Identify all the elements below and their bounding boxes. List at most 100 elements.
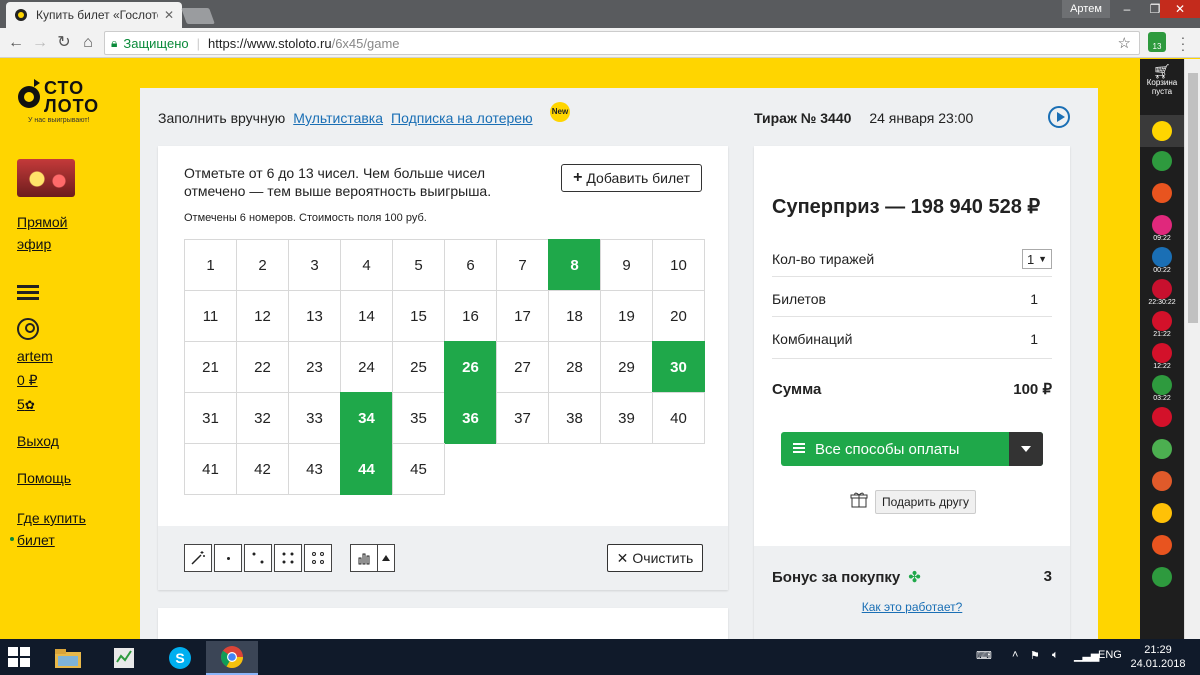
random-fill-wand-icon[interactable] [184, 544, 212, 572]
profile-name[interactable]: Артем [1062, 0, 1110, 18]
lottery-game-item[interactable]: 00:22 [1148, 247, 1176, 274]
tab-subscription[interactable]: Подписка на лотерею [391, 110, 533, 126]
cart-widget[interactable]: 🛒︎ Корзина пуста [1140, 64, 1184, 96]
language-indicator[interactable]: ENG [1098, 649, 1122, 661]
lottery-game-item[interactable] [1148, 151, 1176, 171]
number-cell[interactable]: 3 [288, 239, 341, 291]
number-cell[interactable]: 45 [392, 443, 445, 495]
number-cell[interactable]: 15 [392, 290, 445, 342]
number-cell[interactable]: 4 [340, 239, 393, 291]
lottery-game-item[interactable]: 12:22 [1148, 343, 1176, 370]
number-cell[interactable]: 37 [496, 392, 549, 444]
number-cell[interactable]: 21 [184, 341, 237, 393]
tab-multistake[interactable]: Мультиставка [293, 110, 383, 126]
new-tab-button[interactable] [181, 8, 215, 24]
reload-icon[interactable]: ↻ [54, 33, 74, 53]
username-link[interactable]: artem [17, 345, 53, 367]
number-cell[interactable]: 34 [340, 392, 393, 444]
bonus-points-link[interactable]: 5✿ [17, 393, 35, 416]
help-link[interactable]: Помощь [17, 467, 71, 489]
lottery-game-item[interactable] [1148, 567, 1176, 587]
number-cell[interactable]: 17 [496, 290, 549, 342]
pay-options-dropdown[interactable] [1009, 432, 1043, 466]
skype-icon[interactable]: S [154, 641, 206, 675]
number-cell[interactable]: 27 [496, 341, 549, 393]
address-bar[interactable]: 🔒︎ Защищено | https://www.stoloto.ru /6x… [104, 31, 1140, 55]
number-cell[interactable]: 5 [392, 239, 445, 291]
number-cell[interactable]: 11 [184, 290, 237, 342]
signal-icon[interactable]: ▁▃▅ [1074, 649, 1099, 662]
live-link-line2[interactable]: эфир [17, 233, 51, 255]
number-cell[interactable]: 42 [236, 443, 289, 495]
number-cell[interactable]: 26 [444, 341, 497, 393]
number-cell[interactable]: 32 [236, 392, 289, 444]
hamburger-menu-icon[interactable] [17, 285, 39, 301]
lottery-game-item[interactable] [1148, 503, 1176, 523]
windows-start-icon[interactable] [8, 647, 30, 667]
logout-link[interactable]: Выход [17, 430, 59, 452]
number-cell[interactable]: 39 [600, 392, 653, 444]
scrollbar-thumb[interactable] [1188, 73, 1198, 323]
forward-icon[interactable]: → [30, 33, 50, 53]
file-explorer-icon[interactable] [42, 641, 94, 675]
number-cell[interactable]: 36 [444, 392, 497, 444]
number-cell[interactable]: 7 [496, 239, 549, 291]
browser-tab[interactable]: Купить билет «Гослото ✕ [6, 2, 182, 28]
lottery-game-item[interactable] [1148, 535, 1176, 555]
number-cell[interactable]: 25 [392, 341, 445, 393]
dice-four-alt-icon[interactable] [304, 544, 332, 572]
number-cell[interactable]: 30 [652, 341, 705, 393]
live-link-line1[interactable]: Прямой [17, 211, 68, 233]
pay-all-methods-button[interactable]: Все способы оплаты [781, 432, 1043, 466]
number-cell[interactable]: 2 [236, 239, 289, 291]
speaker-icon[interactable]: 🔈︎ [1052, 649, 1059, 662]
tray-expand-icon[interactable]: ˄ [1012, 649, 1018, 661]
number-cell[interactable]: 20 [652, 290, 705, 342]
play-icon[interactable] [1048, 106, 1070, 128]
live-stream-thumbnail[interactable] [17, 159, 75, 197]
gift-friend-button[interactable]: Подарить другу [875, 490, 976, 514]
keyboard-icon[interactable]: ⌨︎ [976, 649, 992, 662]
close-tab-icon[interactable]: ✕ [164, 8, 174, 22]
back-icon[interactable]: ← [6, 33, 26, 53]
stats-toggle-caret-icon[interactable] [377, 544, 395, 572]
how-it-works-link[interactable]: Как это работает? [754, 600, 1070, 614]
number-cell[interactable]: 22 [236, 341, 289, 393]
number-cell[interactable]: 24 [340, 341, 393, 393]
extension-shield-icon[interactable]: 13 [1148, 32, 1166, 52]
bookmark-star-icon[interactable]: ☆ [1118, 34, 1131, 52]
number-cell[interactable]: 19 [600, 290, 653, 342]
number-cell[interactable]: 9 [600, 239, 653, 291]
number-cell[interactable]: 18 [548, 290, 601, 342]
home-icon[interactable]: ⌂ [78, 33, 98, 53]
number-cell[interactable]: 10 [652, 239, 705, 291]
number-cell[interactable]: 13 [288, 290, 341, 342]
lottery-game-item[interactable] [1148, 439, 1176, 459]
number-cell[interactable]: 1 [184, 239, 237, 291]
number-cell[interactable]: 41 [184, 443, 237, 495]
number-cell[interactable]: 40 [652, 392, 705, 444]
lottery-game-item[interactable] [1148, 183, 1176, 203]
number-cell[interactable]: 38 [548, 392, 601, 444]
lottery-game-item[interactable] [1140, 115, 1184, 147]
stats-chart-icon[interactable] [350, 544, 378, 572]
tab-manual[interactable]: Заполнить вручную [158, 110, 285, 126]
close-window-icon[interactable]: ✕ [1160, 0, 1200, 18]
where-to-buy-line2[interactable]: билет [17, 529, 55, 551]
draws-select[interactable]: 1 ▼ [1022, 249, 1052, 269]
minimize-icon[interactable]: – [1112, 0, 1142, 18]
clear-button[interactable]: ✕ Очистить [607, 544, 703, 572]
page-scrollbar[interactable] [1184, 59, 1200, 639]
number-cell[interactable]: 44 [340, 443, 393, 495]
system-clock[interactable]: 21:29 24.01.2018 [1126, 643, 1190, 671]
number-cell[interactable]: 35 [392, 392, 445, 444]
user-icon[interactable] [17, 318, 39, 340]
network-flag-icon[interactable]: ⚑ [1030, 649, 1040, 662]
number-cell[interactable]: 6 [444, 239, 497, 291]
lottery-game-item[interactable]: 09:22 [1148, 215, 1176, 242]
number-cell[interactable]: 29 [600, 341, 653, 393]
lottery-game-item[interactable]: 22:30:22 [1148, 279, 1176, 306]
lottery-game-item[interactable]: 03:22 [1148, 375, 1176, 402]
number-cell[interactable]: 33 [288, 392, 341, 444]
number-cell[interactable]: 28 [548, 341, 601, 393]
